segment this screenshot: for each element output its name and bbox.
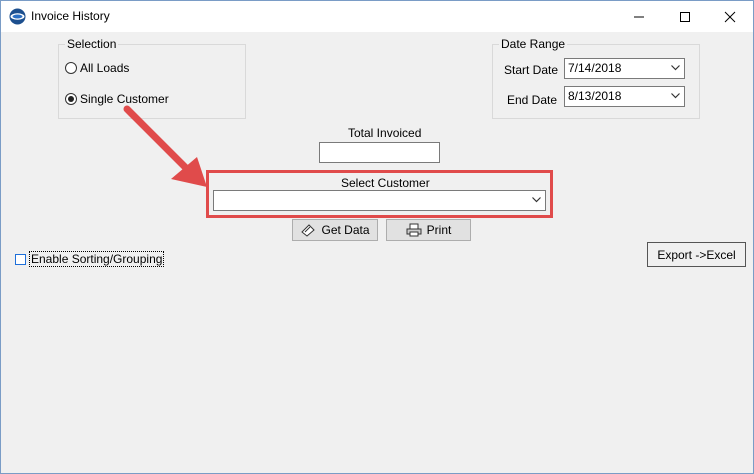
enable-sorting-label: Enable Sorting/Grouping [29, 251, 165, 267]
start-date-label: Start Date [504, 63, 559, 77]
close-icon [724, 11, 736, 22]
get-data-icon [301, 224, 316, 237]
get-data-button[interactable]: Get Data [292, 219, 378, 241]
select-customer-label: Select Customer [341, 176, 430, 190]
window-title: Invoice History [31, 9, 110, 23]
invoice-history-window: Invoice History Selection All Loads Sing… [0, 0, 754, 474]
chevron-down-icon[interactable] [671, 93, 680, 99]
select-customer-dropdown[interactable] [213, 190, 546, 211]
radio-single-customer-indicator[interactable] [65, 93, 77, 105]
radio-all-loads[interactable]: All Loads [65, 61, 129, 75]
get-data-label: Get Data [321, 223, 370, 237]
minimize-icon [634, 16, 644, 17]
enable-sorting-checkbox-row[interactable]: Enable Sorting/Grouping [15, 251, 165, 267]
enable-sorting-checkbox[interactable] [15, 253, 26, 265]
title-bar[interactable]: Invoice History [1, 1, 753, 32]
close-button[interactable] [707, 1, 753, 32]
annotation-arrow [123, 105, 207, 187]
radio-all-loads-label: All Loads [80, 61, 130, 75]
date-range-legend: Date Range [499, 37, 568, 51]
end-date-picker[interactable]: 8/13/2018 [564, 86, 685, 107]
minimize-button[interactable] [616, 1, 662, 32]
total-invoiced-field[interactable] [319, 142, 440, 163]
chevron-down-icon[interactable] [671, 65, 680, 71]
total-invoiced-label: Total Invoiced [348, 126, 422, 140]
end-date-value: 8/13/2018 [568, 89, 622, 103]
chevron-down-icon[interactable] [532, 197, 541, 203]
maximize-button[interactable] [662, 1, 708, 32]
end-date-label: End Date [507, 93, 558, 107]
date-range-group: Date Range [492, 37, 700, 119]
print-label: Print [426, 223, 452, 237]
start-date-value: 7/14/2018 [568, 61, 622, 75]
export-excel-label: Export ->Excel [657, 247, 736, 262]
start-date-picker[interactable]: 7/14/2018 [564, 58, 685, 79]
maximize-icon [680, 11, 690, 22]
print-button[interactable]: Print [386, 219, 471, 241]
radio-all-loads-indicator[interactable] [65, 62, 77, 74]
export-excel-button[interactable]: Export ->Excel [647, 242, 746, 267]
app-logo-icon [9, 8, 26, 25]
printer-icon [406, 223, 422, 237]
selection-legend: Selection [65, 37, 119, 51]
